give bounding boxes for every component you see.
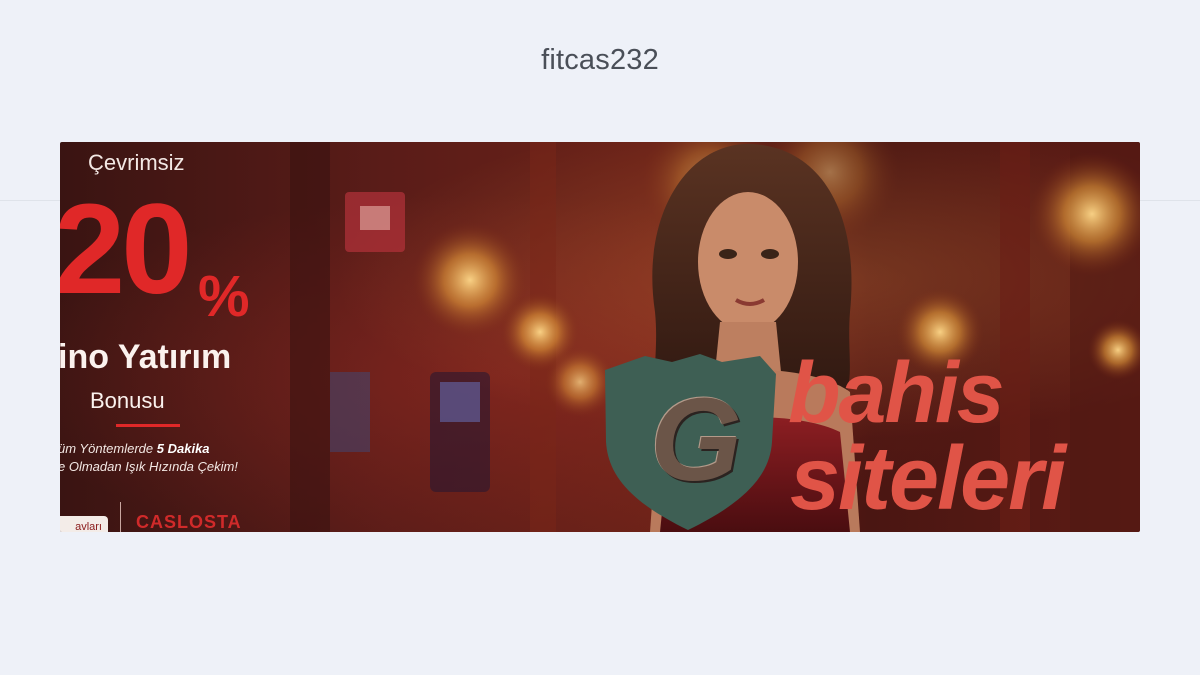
watermark-word-bahis: bahis	[788, 345, 1005, 441]
promo-separator	[120, 502, 121, 532]
promo-headline: ino Yatırım	[60, 338, 232, 376]
promo-percent-sign: %	[198, 264, 250, 329]
promo-accent-bar	[116, 424, 180, 427]
promo-fine-print: üm Yöntemlerde 5 Dakika e Olmadan Işık H…	[60, 440, 238, 476]
promo-big-number: 20	[60, 178, 192, 321]
promo-subheadline: Bonusu	[90, 388, 165, 413]
promo-fine-print-line2: e Olmadan Işık Hızında Çekim!	[60, 459, 238, 474]
site-title[interactable]: fitcas232	[0, 44, 1200, 77]
promo-panel: Çevrimsiz 20 % ino Yatırım Bonusu üm Yön…	[60, 142, 360, 532]
brand-logo: CASLOSTA	[136, 512, 242, 532]
hero-banner-image[interactable]: Çevrimsiz 20 % ino Yatırım Bonusu üm Yön…	[60, 142, 1140, 532]
promo-fine-print-bold: 5 Dakika	[156, 441, 210, 456]
page: fitcas232 Çevrimsiz 20 % ino Yatırım Bon…	[0, 0, 1200, 675]
promo-fine-print-prefix: üm Yöntemlerde	[60, 441, 157, 456]
watermark-letter: G	[650, 374, 742, 506]
promo-button[interactable]: avları	[60, 516, 108, 532]
promo-lead-text: Çevrimsiz	[88, 150, 185, 175]
watermark-word-siteleri: siteleri	[790, 429, 1066, 529]
